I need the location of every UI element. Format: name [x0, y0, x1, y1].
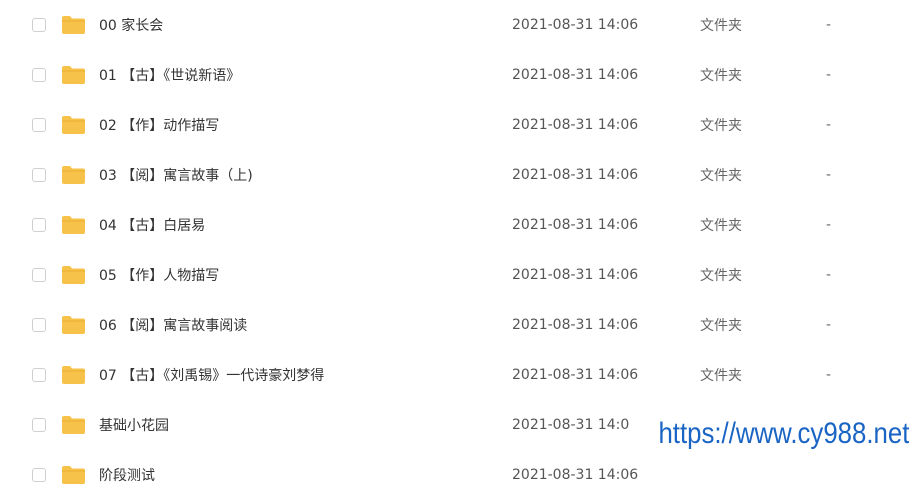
file-modified: 2021-08-31 14:06 — [512, 467, 639, 483]
file-modified: 2021-08-31 14:0 — [512, 417, 630, 433]
file-row[interactable]: 00 家长会 2021-08-31 14:06 文件夹 - — [0, 0, 909, 50]
folder-icon — [62, 366, 85, 384]
file-size: - — [826, 317, 832, 333]
file-row[interactable]: 02 【作】动作描写 2021-08-31 14:06 文件夹 - — [0, 100, 909, 150]
file-name[interactable]: 04 【古】白居易 — [99, 215, 205, 235]
row-checkbox[interactable] — [32, 118, 46, 132]
file-type: 文件夹 — [700, 318, 742, 334]
folder-icon — [62, 466, 85, 484]
file-size: - — [826, 267, 832, 283]
file-type: 文件夹 — [700, 18, 742, 34]
file-type: 文件夹 — [700, 118, 742, 134]
watermark-text: https://www.cy988.net — [655, 412, 909, 456]
folder-icon — [62, 216, 85, 234]
file-type: 文件夹 — [700, 268, 742, 284]
folder-icon — [62, 266, 85, 284]
row-checkbox[interactable] — [32, 218, 46, 232]
row-checkbox[interactable] — [32, 468, 46, 482]
file-modified: 2021-08-31 14:06 — [512, 117, 639, 133]
file-name[interactable]: 01 【古】《世说新语》 — [99, 65, 240, 85]
file-type: 文件夹 — [700, 168, 742, 184]
file-size: - — [826, 367, 832, 383]
folder-icon — [62, 416, 85, 434]
row-checkbox[interactable] — [32, 68, 46, 82]
file-modified: 2021-08-31 14:06 — [512, 217, 639, 233]
file-row[interactable]: 05 【作】人物描写 2021-08-31 14:06 文件夹 - — [0, 250, 909, 300]
file-name[interactable]: 07 【古】《刘禹锡》一代诗豪刘梦得 — [99, 365, 324, 385]
file-row[interactable]: 06 【阅】寓言故事阅读 2021-08-31 14:06 文件夹 - — [0, 300, 909, 350]
file-list: 00 家长会 2021-08-31 14:06 文件夹 - 01 【古】《世说新… — [0, 0, 909, 484]
file-row[interactable]: 01 【古】《世说新语》 2021-08-31 14:06 文件夹 - — [0, 50, 909, 100]
file-name[interactable]: 00 家长会 — [99, 15, 163, 35]
file-type: 文件夹 — [700, 218, 742, 234]
file-row[interactable]: 04 【古】白居易 2021-08-31 14:06 文件夹 - — [0, 200, 909, 250]
file-modified: 2021-08-31 14:06 — [512, 267, 639, 283]
file-size: - — [826, 17, 832, 33]
file-size: - — [826, 217, 832, 233]
row-checkbox[interactable] — [32, 418, 46, 432]
file-row[interactable]: 03 【阅】寓言故事（上) 2021-08-31 14:06 文件夹 - — [0, 150, 909, 200]
file-modified: 2021-08-31 14:06 — [512, 317, 639, 333]
file-size: - — [826, 117, 832, 133]
folder-icon — [62, 316, 85, 334]
file-name[interactable]: 02 【作】动作描写 — [99, 115, 219, 135]
file-size: - — [826, 167, 832, 183]
row-checkbox[interactable] — [32, 168, 46, 182]
folder-icon — [62, 116, 85, 134]
row-checkbox[interactable] — [32, 268, 46, 282]
file-row[interactable]: 07 【古】《刘禹锡》一代诗豪刘梦得 2021-08-31 14:06 文件夹 … — [0, 350, 909, 400]
row-checkbox[interactable] — [32, 18, 46, 32]
file-name[interactable]: 05 【作】人物描写 — [99, 265, 219, 285]
file-size: - — [826, 67, 832, 83]
file-name[interactable]: 06 【阅】寓言故事阅读 — [99, 315, 247, 335]
file-name[interactable]: 阶段测试 — [99, 465, 155, 484]
file-modified: 2021-08-31 14:06 — [512, 17, 639, 33]
file-modified: 2021-08-31 14:06 — [512, 167, 639, 183]
folder-icon — [62, 16, 85, 34]
row-checkbox[interactable] — [32, 318, 46, 332]
folder-icon — [62, 166, 85, 184]
folder-icon — [62, 66, 85, 84]
file-type: 文件夹 — [700, 368, 742, 384]
file-name[interactable]: 03 【阅】寓言故事（上) — [99, 165, 253, 185]
file-modified: 2021-08-31 14:06 — [512, 367, 639, 383]
file-modified: 2021-08-31 14:06 — [512, 67, 639, 83]
row-checkbox[interactable] — [32, 368, 46, 382]
file-name[interactable]: 基础小花园 — [99, 415, 169, 435]
file-type: 文件夹 — [700, 68, 742, 84]
